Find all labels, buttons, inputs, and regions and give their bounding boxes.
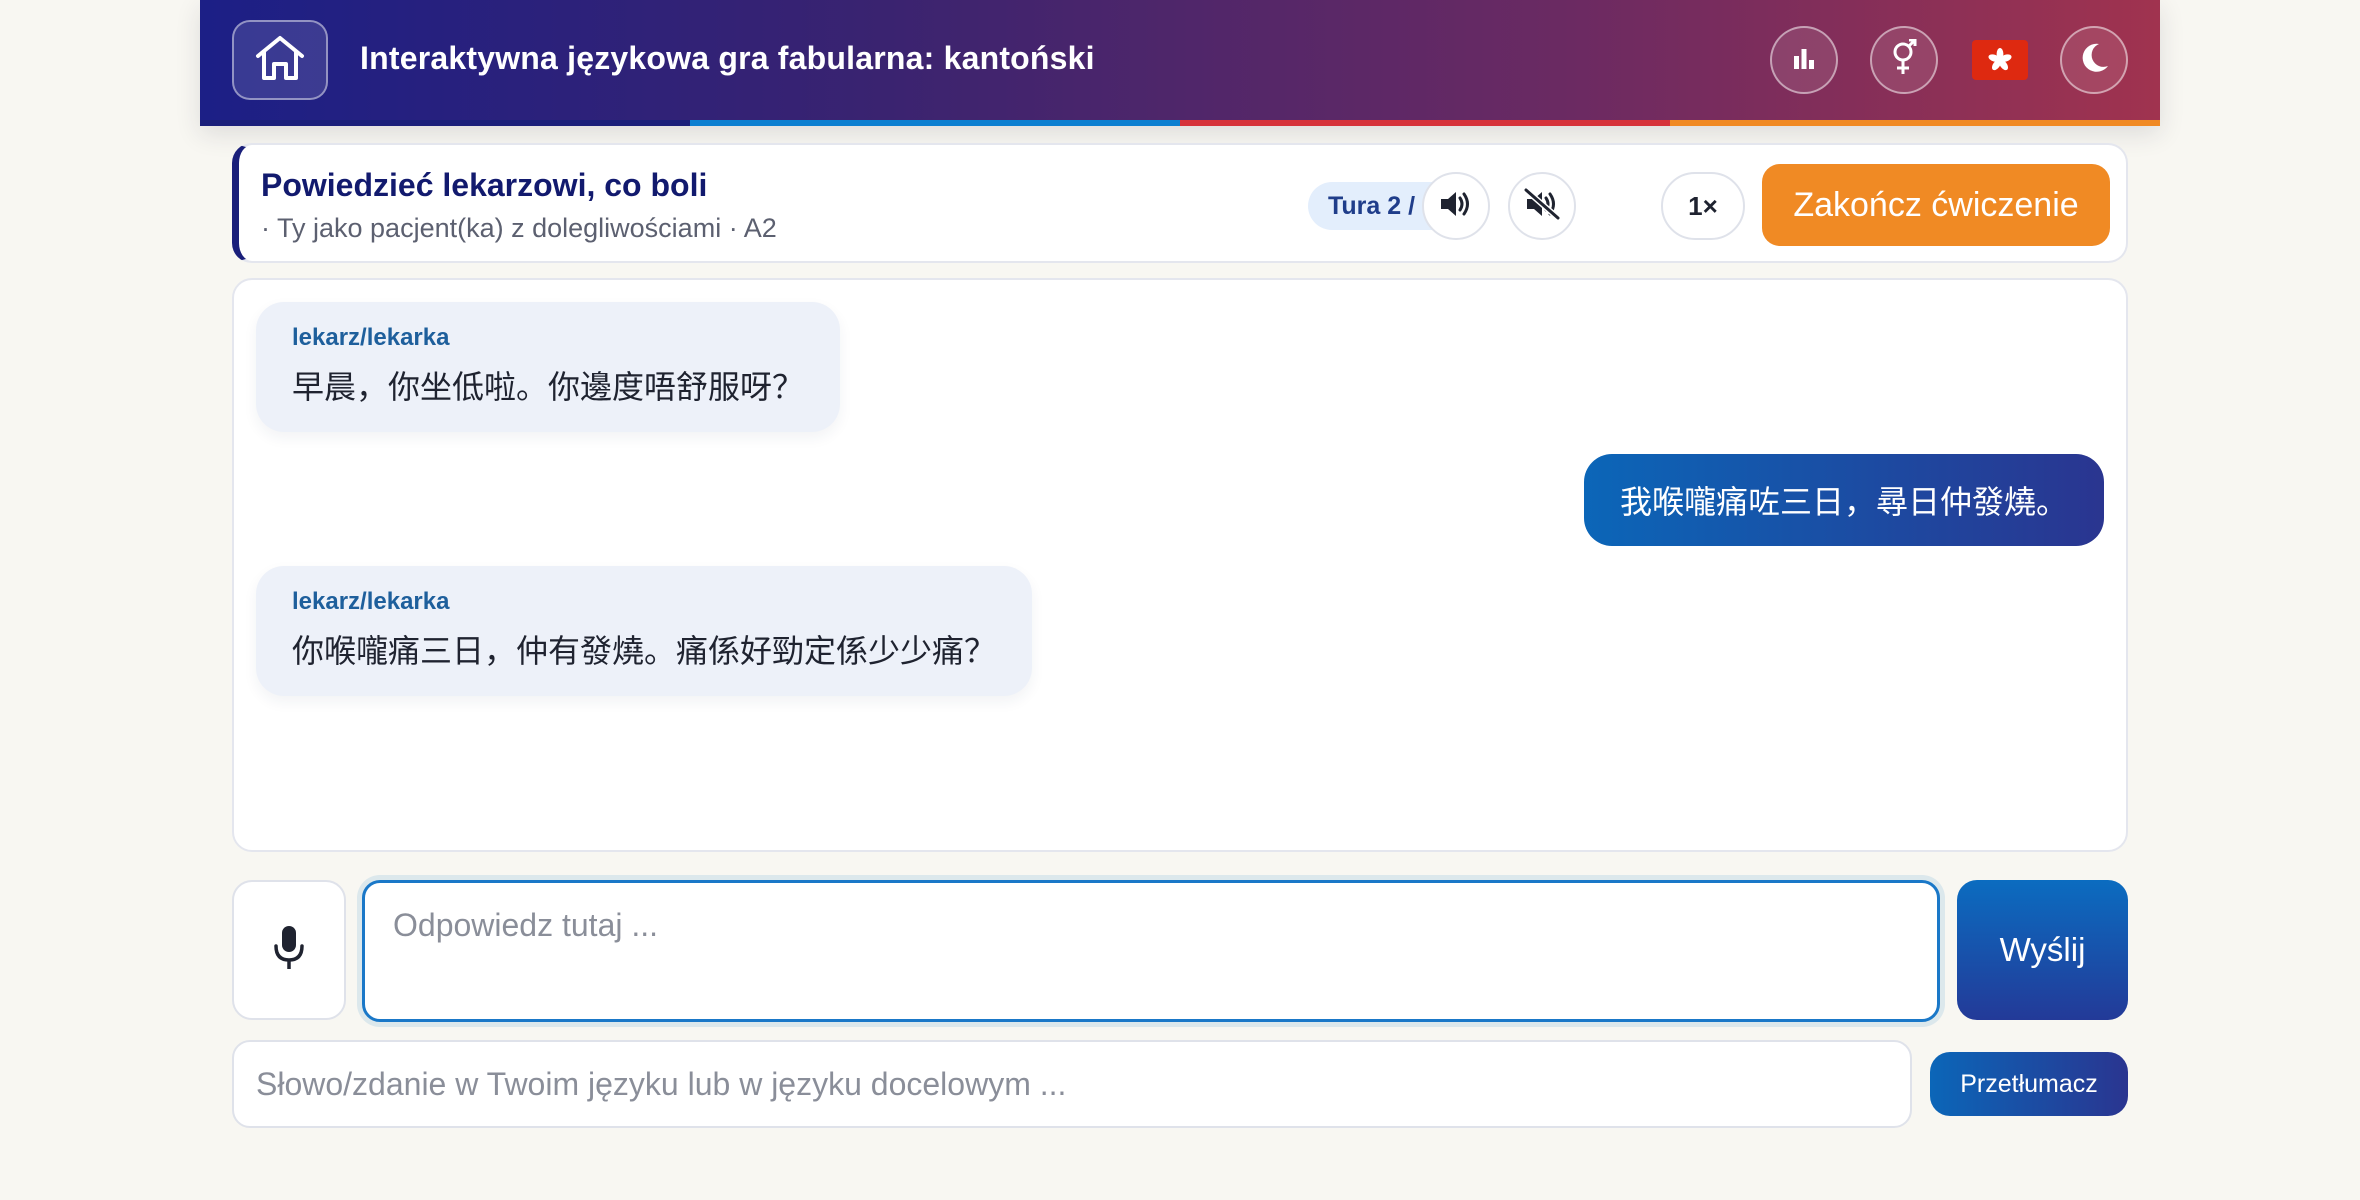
send-button[interactable]: Wyślij xyxy=(1957,880,2128,1020)
answer-textarea[interactable] xyxy=(362,880,1940,1022)
message-text: 你喉嚨痛三日，仲有發燒。痛係好勁定係少少痛？ xyxy=(292,632,997,670)
chat-message-user: 我喉嚨痛咗三日，尋日仲發燒。 xyxy=(1583,454,2104,546)
playback-speed-button[interactable]: 1× xyxy=(1661,172,1745,240)
microphone-button[interactable] xyxy=(232,880,346,1020)
header-color-stripe xyxy=(200,120,2160,126)
app-root: Interaktywna językowa gra fabularna: kan… xyxy=(200,0,2160,1200)
translate-button[interactable]: Przetłumacz xyxy=(1930,1052,2128,1116)
home-icon xyxy=(253,34,307,87)
autoplay-off-button[interactable] xyxy=(1508,172,1576,240)
gender-icon xyxy=(1890,38,1918,82)
stats-button[interactable] xyxy=(1770,26,1838,94)
bar-chart-icon xyxy=(1791,46,1817,75)
app-header: Interaktywna językowa gra fabularna: kan… xyxy=(200,0,2160,126)
home-button[interactable] xyxy=(232,20,328,100)
chat-message-ai: lekarz/lekarka 你喉嚨痛三日，仲有發燒。痛係好勁定係少少痛？ xyxy=(256,566,1033,696)
app-title: Interaktywna językowa gra fabularna: kan… xyxy=(360,40,1095,76)
moon-icon xyxy=(2077,41,2111,80)
scenario-title: Powiedzieć lekarzowi, co boli xyxy=(261,167,708,203)
chat-message-ai: lekarz/lekarka 早晨，你坐低啦。你邊度唔舒服呀？ xyxy=(256,302,841,432)
chat-panel: lekarz/lekarka 早晨，你坐低啦。你邊度唔舒服呀？ 我喉嚨痛咗三日，… xyxy=(232,278,2128,852)
message-speaker: lekarz/lekarka xyxy=(292,324,450,351)
scenario-bar: Powiedzieć lekarzowi, co boli · Ty jako … xyxy=(232,143,2128,263)
speaker-off-icon xyxy=(1523,187,1561,226)
speaker-icon xyxy=(1439,189,1473,224)
theme-toggle-button[interactable] xyxy=(2060,26,2128,94)
translator-input[interactable] xyxy=(232,1040,1912,1128)
hong-kong-flag-icon[interactable] xyxy=(1972,40,2028,80)
microphone-icon xyxy=(272,924,306,977)
end-exercise-button[interactable]: Zakończ ćwiczenie xyxy=(1762,164,2110,246)
message-speaker: lekarz/lekarka xyxy=(292,588,450,615)
scenario-subtitle: · Ty jako pacjent(ka) z dolegliwościami … xyxy=(261,213,777,243)
message-text: 早晨，你坐低啦。你邊度唔舒服呀？ xyxy=(292,368,805,406)
audio-on-button[interactable] xyxy=(1422,172,1490,240)
gender-button[interactable] xyxy=(1870,26,1938,94)
